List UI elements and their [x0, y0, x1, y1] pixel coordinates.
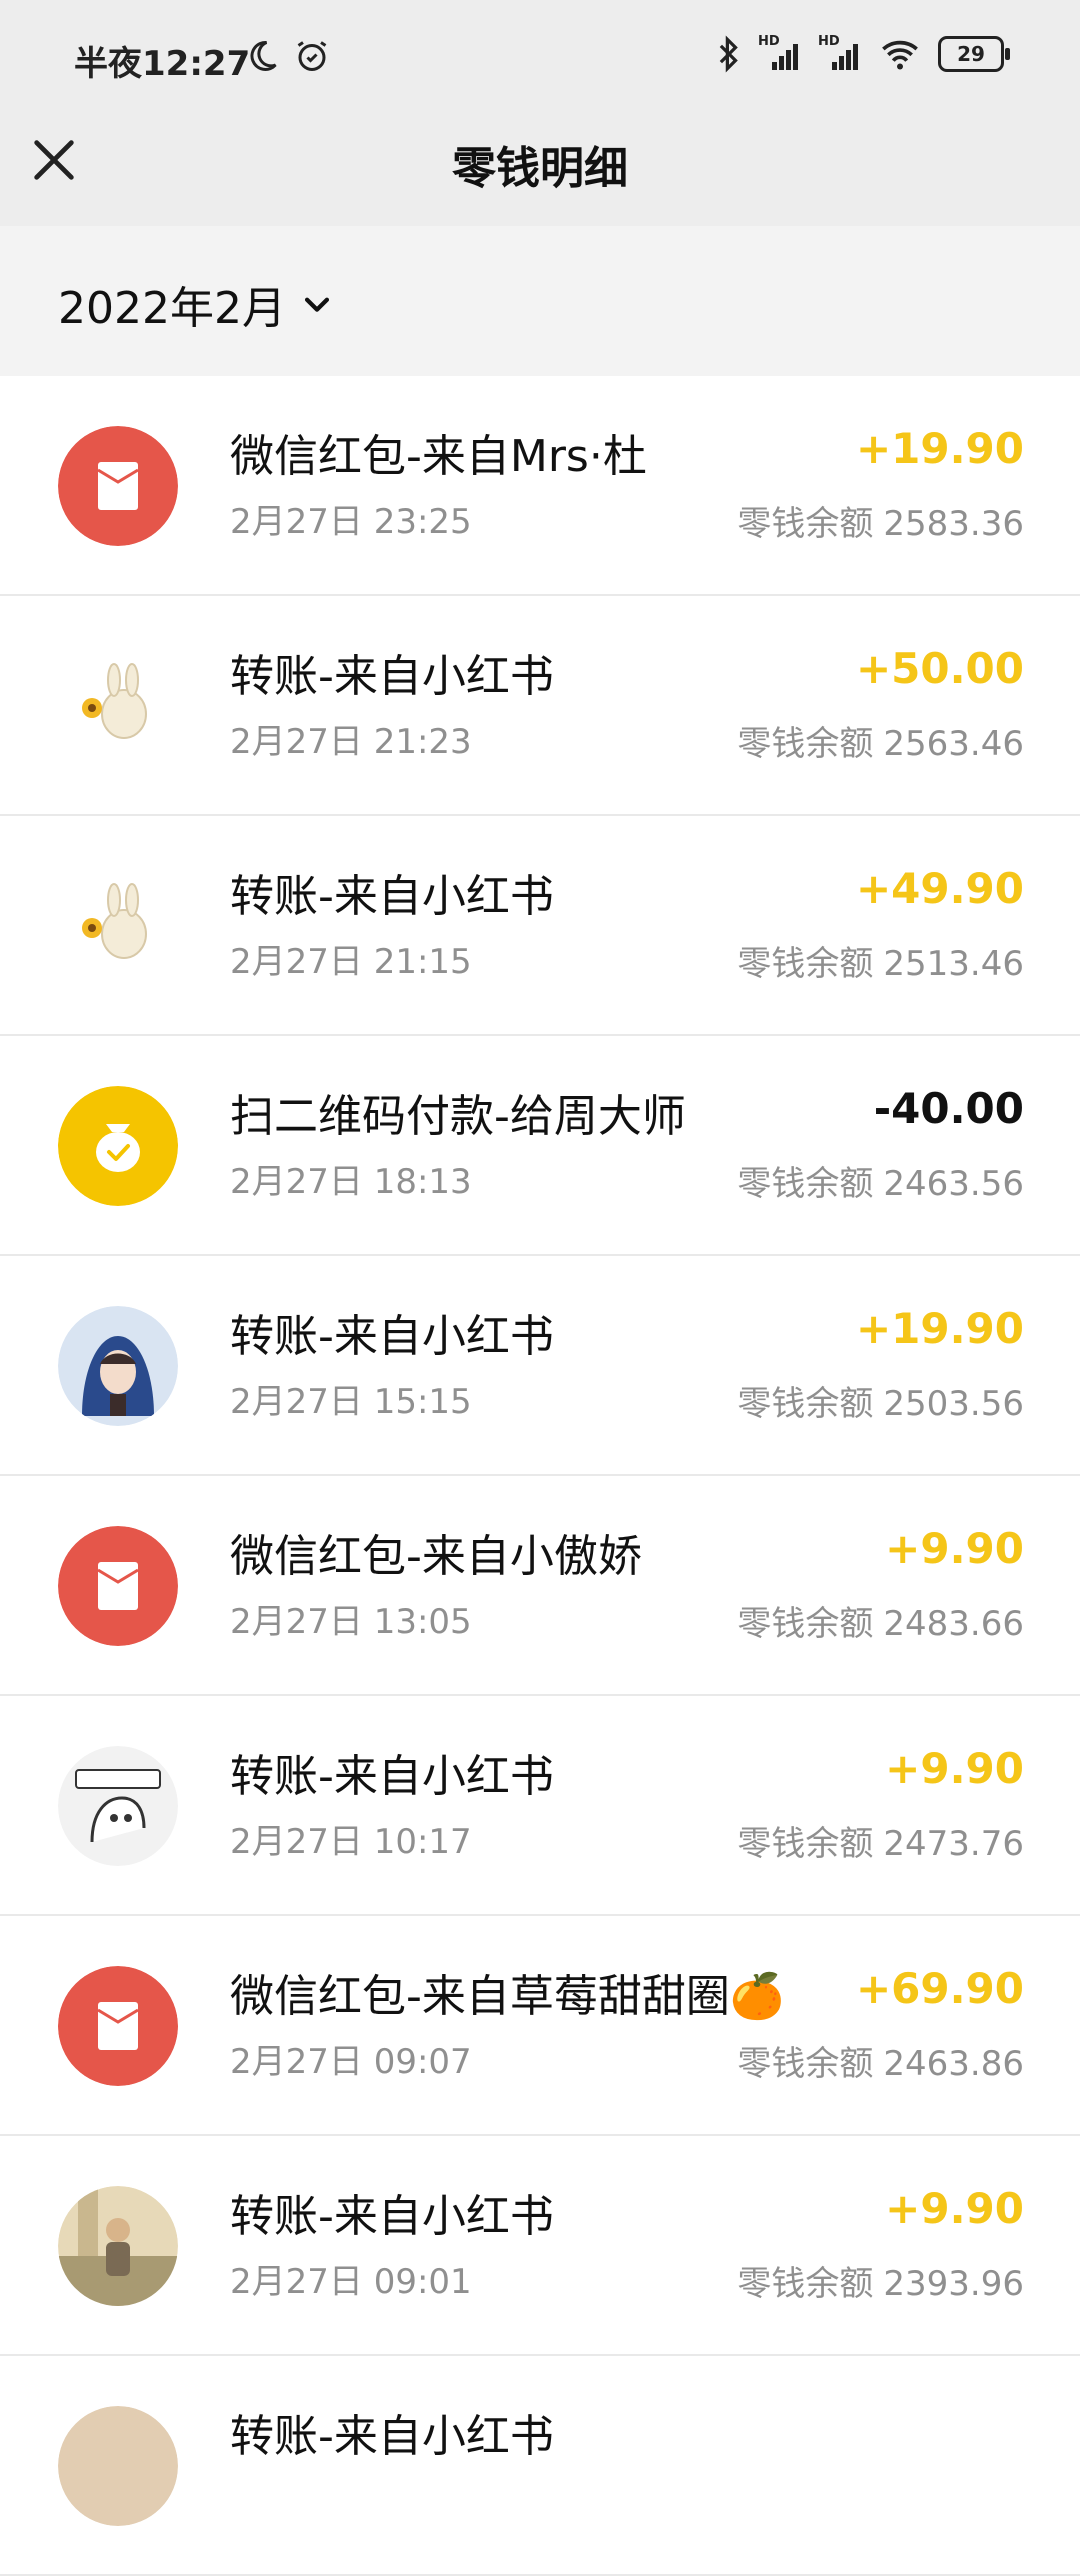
signal-icon: HD [758, 34, 802, 74]
bluetooth-icon [719, 35, 738, 73]
transaction-balance: 零钱余额 2483.66 [727, 1596, 1024, 1645]
transaction-balance: 零钱余额 2563.46 [727, 716, 1024, 765]
money-bag-icon [58, 1086, 178, 1206]
transaction-amount: +9.90 [885, 2184, 1024, 2233]
balance-value: 2513.46 [883, 944, 1024, 984]
transaction-title: 微信红包-来自Mrs·杜 [230, 431, 647, 482]
transaction-row[interactable]: 转账-来自小红书 2月27日 10:17 +9.90 零钱余额 2473.76 [0, 1696, 1080, 1916]
transaction-amount: +9.90 [885, 1524, 1024, 1573]
balance-label: 零钱余额 [737, 1604, 874, 1644]
transaction-time: 2月27日 10:17 [230, 1822, 472, 1862]
cartoon-avatar [58, 1746, 178, 1866]
transaction-time: 2月27日 13:05 [230, 1602, 472, 1642]
transaction-row[interactable]: 转账-来自小红书 2月27日 15:15 +19.90 零钱余额 2503.56 [0, 1256, 1080, 1476]
status-time: 半夜12:27 [74, 44, 251, 84]
transaction-amount: -40.00 [873, 1084, 1024, 1133]
bunny-avatar [58, 646, 178, 766]
transaction-title: 扫二维码付款-给周大师 [230, 1091, 686, 1142]
transaction-time: 2月27日 15:15 [230, 1382, 472, 1422]
balance-value: 2483.66 [883, 1604, 1024, 1644]
transaction-amount: +49.90 [855, 864, 1024, 913]
balance-label: 零钱余额 [737, 2044, 874, 2084]
month-selector[interactable]: 2022年2月 [58, 272, 334, 336]
balance-value: 2583.36 [883, 504, 1024, 544]
balance-label: 零钱余额 [737, 504, 874, 544]
balance-value: 2393.96 [883, 2264, 1024, 2304]
transaction-title: 转账-来自小红书 [230, 2191, 554, 2242]
signal-icon-2: HD [818, 34, 862, 74]
transaction-amount: +9.90 [885, 1744, 1024, 1793]
balance-value: 2473.76 [883, 1824, 1024, 1864]
transaction-title: 转账-来自小红书 [230, 1751, 554, 1802]
transaction-title: 转账-来自小红书 [230, 2411, 554, 2462]
status-left-icons [244, 38, 330, 74]
transaction-row[interactable]: 转账-来自小红书 2月27日 21:15 +49.90 零钱余额 2513.46 [0, 816, 1080, 1036]
transaction-row[interactable]: 微信红包-来自草莓甜甜圈🍊 2月27日 09:07 +69.90 零钱余额 246… [0, 1916, 1080, 2136]
chevron-down-icon [304, 297, 330, 312]
red-packet-icon [58, 1966, 178, 2086]
transaction-balance: 零钱余额 2393.96 [727, 2256, 1024, 2305]
transaction-balance: 零钱余额 2503.56 [727, 1376, 1024, 1425]
balance-label: 零钱余额 [737, 1384, 874, 1424]
transaction-time: 2月27日 23:25 [230, 502, 472, 542]
transaction-row[interactable]: 微信红包-来自小傲娇 2月27日 13:05 +9.90 零钱余额 2483.66 [0, 1476, 1080, 1696]
status-bar: 半夜12:27 HD HD 29 [0, 0, 1080, 120]
transaction-row[interactable]: 微信红包-来自Mrs·杜 2月27日 23:25 +19.90 零钱余额 2583… [0, 376, 1080, 596]
transaction-balance: 零钱余额 2463.56 [727, 1156, 1024, 1205]
photo-avatar [58, 2406, 178, 2526]
month-filter-bar: 2022年2月 [0, 226, 1080, 376]
balance-label: 零钱余额 [737, 1164, 874, 1204]
red-packet-icon [58, 426, 178, 546]
bunny-avatar [58, 866, 178, 986]
balance-value: 2463.86 [883, 2044, 1024, 2084]
red-packet-icon [58, 1526, 178, 1646]
transaction-time: 2月27日 21:15 [230, 942, 472, 982]
photo-avatar [58, 2186, 178, 2306]
header: 零钱明细 [0, 120, 1080, 226]
transaction-title: 微信红包-来自草莓甜甜圈🍊 [230, 1971, 785, 2022]
balance-label: 零钱余额 [737, 724, 874, 764]
transaction-balance: 零钱余额 2463.86 [727, 2036, 1024, 2085]
battery-icon: 29 [938, 36, 1010, 72]
transaction-title: 转账-来自小红书 [230, 1311, 554, 1362]
hooded-avatar [58, 1306, 178, 1426]
transaction-amount: +19.90 [855, 1304, 1024, 1353]
transaction-balance: 零钱余额 2513.46 [727, 936, 1024, 985]
transaction-title: 微信红包-来自小傲娇 [230, 1531, 642, 1582]
transaction-time: 2月27日 18:13 [230, 1162, 472, 1202]
transaction-balance: 零钱余额 2473.76 [727, 1816, 1024, 1865]
balance-value: 2463.56 [883, 1164, 1024, 1204]
transaction-time: 2月27日 21:23 [230, 722, 472, 762]
transaction-row[interactable]: 转账-来自小红书 2月27日 09:01 +9.90 零钱余额 2393.96 [0, 2136, 1080, 2356]
transaction-title: 转账-来自小红书 [230, 871, 554, 922]
transaction-list: 微信红包-来自Mrs·杜 2月27日 23:25 +19.90 零钱余额 2583… [0, 376, 1080, 2576]
balance-value: 2563.46 [883, 724, 1024, 764]
transaction-amount: +19.90 [855, 424, 1024, 473]
transaction-row[interactable]: 转账-来自小红书 [0, 2356, 1080, 2576]
wifi-icon [882, 40, 918, 70]
status-right-icons: HD HD 29 [716, 34, 1010, 74]
balance-label: 零钱余额 [737, 944, 874, 984]
alarm-icon [297, 41, 327, 71]
transaction-time: 2月27日 09:01 [230, 2262, 472, 2302]
balance-label: 零钱余额 [737, 2264, 874, 2304]
balance-value: 2503.56 [883, 1384, 1024, 1424]
transaction-amount: +69.90 [855, 1964, 1024, 2013]
transaction-row[interactable]: 扫二维码付款-给周大师 2月27日 18:13 -40.00 零钱余额 2463.… [0, 1036, 1080, 1256]
transaction-balance: 零钱余额 2583.36 [727, 496, 1024, 545]
month-label: 2022年2月 [58, 283, 286, 334]
page-title: 零钱明细 [452, 143, 628, 194]
transaction-time: 2月27日 09:07 [230, 2042, 472, 2082]
transaction-amount: +50.00 [855, 644, 1024, 693]
moon-icon [250, 40, 277, 71]
balance-label: 零钱余额 [737, 1824, 874, 1864]
transaction-row[interactable]: 转账-来自小红书 2月27日 21:23 +50.00 零钱余额 2563.46 [0, 596, 1080, 816]
transaction-title: 转账-来自小红书 [230, 651, 554, 702]
